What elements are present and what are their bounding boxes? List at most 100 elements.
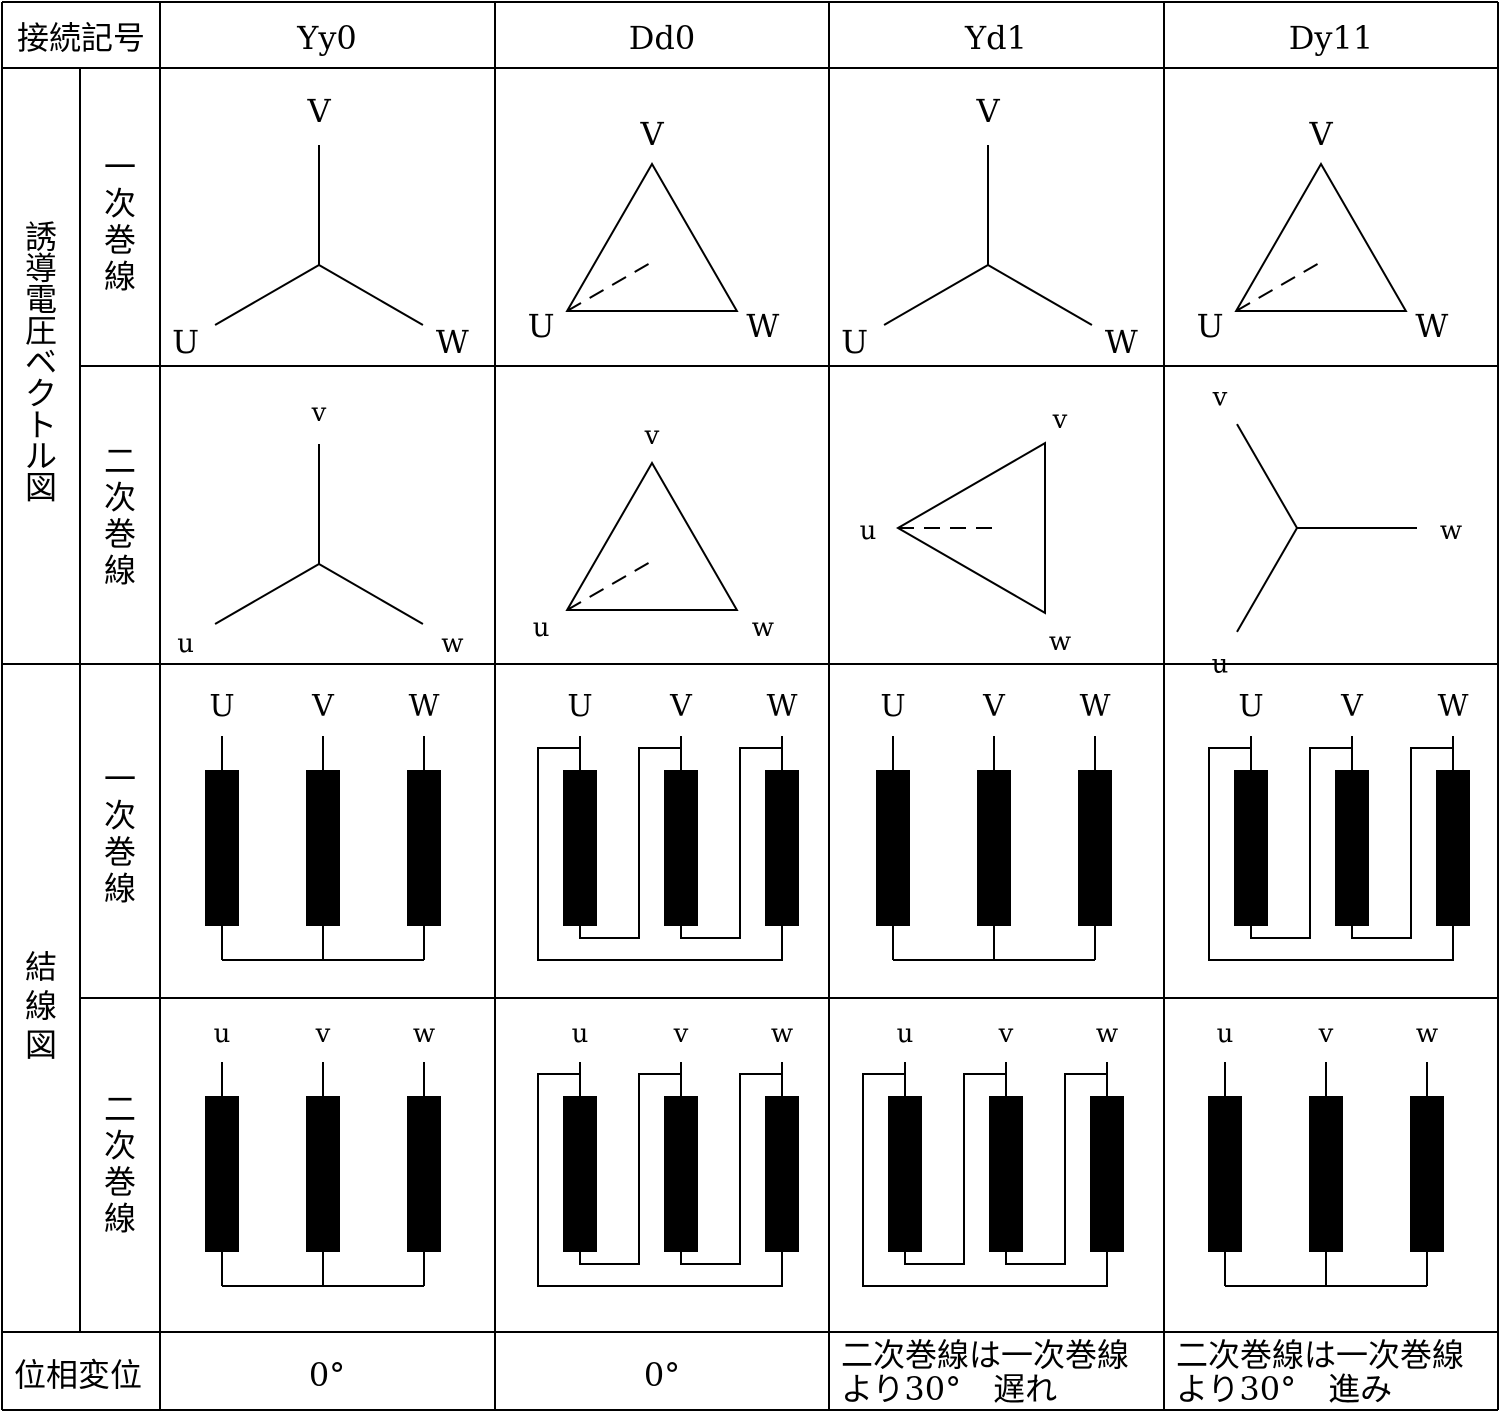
vector-primary-label-char: 線 [104, 258, 136, 296]
phasor-label: W [1105, 323, 1138, 361]
winding-coil [1410, 1096, 1444, 1252]
star-phasor [1236, 423, 1298, 529]
phasor-label: u [860, 516, 877, 546]
wiring-diagram-label-char: 線 [25, 987, 57, 1025]
delta-reference-dash [566, 261, 653, 312]
star-phasor [1236, 527, 1298, 633]
terminal-label: U [209, 689, 234, 724]
wiring-primary-label-char: 次 [104, 797, 136, 835]
phasor-label: V [975, 92, 1000, 130]
wiring-primary-label-char: 線 [104, 870, 136, 908]
vector-diagram-label: 誘導電圧ベクトル図 [25, 218, 57, 506]
wiring-primary-label-char: 一 [104, 760, 136, 798]
phasor-label: v [311, 398, 327, 428]
terminal-label: W [1438, 689, 1469, 724]
terminal-label: W [409, 689, 440, 724]
primary-winding: U V W [205, 689, 441, 961]
terminal-label: V [669, 689, 693, 724]
winding-coil [1208, 1096, 1242, 1252]
vector-diagram-yy0: U V Wu v w [172, 92, 469, 659]
vector-secondary-label-char: 二 [104, 442, 136, 480]
winding-coil [306, 770, 340, 926]
winding-coil [765, 770, 799, 926]
winding-coil [563, 1096, 597, 1252]
wiring-diagram-dy11: U V W u v w [1208, 689, 1470, 1287]
phasor-label: w [1049, 627, 1071, 657]
phasor-label: w [441, 629, 463, 659]
wiring-diagram-yy0: U V Wu v w [205, 689, 441, 1287]
secondary-winding: u v w [1208, 1019, 1444, 1287]
winding-coil [205, 770, 239, 926]
column-header-yd1: Yd1 [964, 19, 1027, 57]
delta-triangle [565, 161, 739, 312]
winding-coil [407, 1096, 441, 1252]
primary-winding: U V W [1208, 689, 1470, 961]
terminal-label: u [897, 1019, 914, 1049]
star-phasor [883, 264, 989, 326]
wiring-diagram-label: 結線図 [25, 948, 57, 1064]
secondary-winding: u v w [537, 1019, 799, 1287]
winding-coil [989, 1096, 1023, 1252]
phasor-label: W [1415, 307, 1448, 345]
star-phasor [987, 264, 1093, 326]
star-phasor [318, 563, 424, 625]
terminal-label: v [1318, 1019, 1334, 1049]
phasor-label: u [1212, 649, 1229, 679]
star-phasor [318, 264, 424, 326]
delta-triangle [895, 441, 1046, 615]
winding-coil [407, 770, 441, 926]
phasor-label: u [177, 629, 194, 659]
secondary-vector: u v w [860, 405, 1072, 657]
column-header-yy0: Yy0 [296, 19, 357, 57]
winding-coil [765, 1096, 799, 1252]
winding-coil [664, 1096, 698, 1252]
phasor-label: u [533, 613, 550, 643]
phasor-label: v [1212, 383, 1228, 413]
winding-coil [1234, 770, 1268, 926]
phasor-label: V [639, 115, 664, 153]
primary-vector: U V W [172, 92, 469, 361]
winding-coil [1309, 1096, 1343, 1252]
winding-coil [1078, 770, 1112, 926]
vector-secondary-label-char: 次 [104, 479, 136, 517]
column-header-dd0: Dd0 [629, 19, 696, 57]
terminal-label: V [982, 689, 1006, 724]
secondary-vector: u v w [177, 398, 463, 659]
secondary-winding: u v w [862, 1019, 1124, 1287]
winding-coil [205, 1096, 239, 1252]
wiring-diagrams: U V Wu v w U V Wu v w U V Wu v w U V Wu v w [205, 689, 1470, 1287]
terminal-label: U [567, 689, 592, 724]
phasor-label: v [1052, 405, 1068, 435]
terminal-label: u [1217, 1019, 1234, 1049]
terminal-label: w [1416, 1019, 1438, 1049]
phasor-label: U [841, 323, 868, 361]
winding-coil [888, 1096, 922, 1252]
vector-secondary-label-char: 巻 [104, 515, 136, 553]
phase-shift-value: より30° 遅れ [841, 1370, 1057, 1408]
vector-primary-label-char: 巻 [104, 221, 136, 259]
phasor-label: w [752, 613, 774, 643]
star-phasor [214, 264, 320, 326]
phasor-label: V [1308, 115, 1333, 153]
phasor-label: V [306, 92, 331, 130]
vector-primary-label-char: 一 [104, 148, 136, 186]
phasor-label: w [1440, 516, 1462, 546]
winding-coil [1090, 1096, 1124, 1252]
phase-shift-value: 0° [309, 1356, 345, 1394]
wiring-diagram-dd0: U V Wu v w [537, 689, 799, 1287]
winding-coil [876, 770, 910, 926]
terminal-label: W [1080, 689, 1111, 724]
primary-winding: U V W [537, 689, 799, 961]
phase-shift-value: 二次巻線は一次巻線 [841, 1336, 1129, 1374]
primary-vector: U V W [528, 115, 780, 345]
terminal-label: u [572, 1019, 589, 1049]
phase-shift-label: 位相変位 [14, 1356, 142, 1394]
vector-secondary-label-char: 線 [104, 552, 136, 590]
wiring-secondary-label-char: 二 [104, 1090, 136, 1128]
terminal-label: v [315, 1019, 331, 1049]
phase-shift-values: 0° 0°二次巻線は一次巻線より30° 遅れ二次巻線は一次巻線より30° 進み [309, 1336, 1464, 1408]
phasor-label: U [172, 323, 199, 361]
wiring-secondary-label-char: 線 [104, 1200, 136, 1238]
primary-vector: U V W [841, 92, 1138, 361]
winding-coil [977, 770, 1011, 926]
